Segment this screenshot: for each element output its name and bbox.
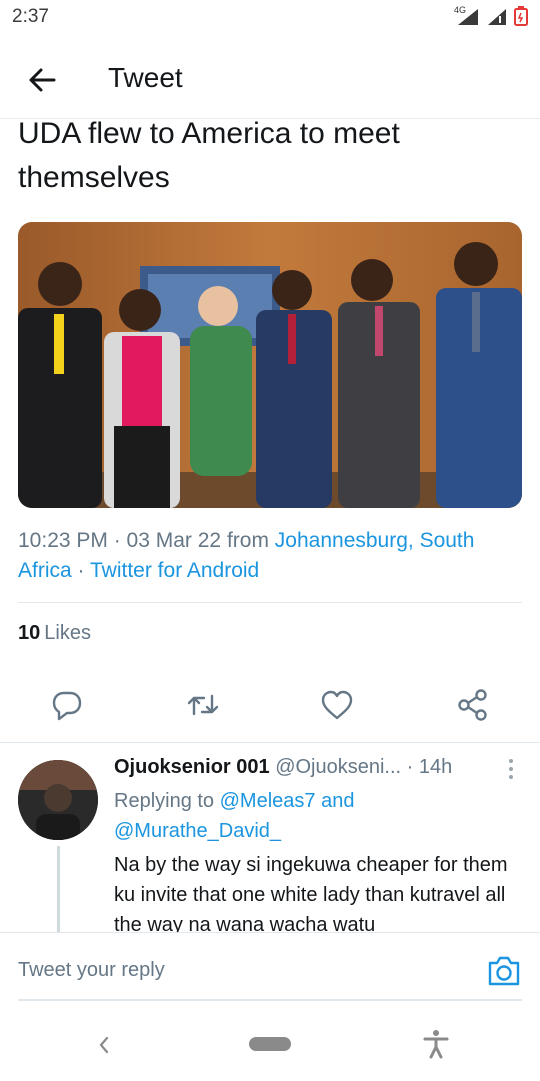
reply-input[interactable]: Tweet your reply: [18, 959, 165, 982]
reply-author-name[interactable]: Ojuoksenior 001: [114, 756, 270, 778]
replying-to: Replying to @Meleas7 and @Murathe_David_: [114, 786, 514, 846]
likes-count-link[interactable]: 10 Likes: [18, 622, 91, 645]
reply-composer: Tweet your reply: [0, 932, 540, 1081]
chevron-left-icon: [99, 1036, 109, 1054]
divider: [0, 742, 540, 743]
network-label: 4G: [454, 5, 467, 15]
signal-icon: [488, 9, 506, 25]
accessibility-icon: [423, 1030, 449, 1059]
accessibility-button[interactable]: [422, 1029, 450, 1059]
tweet-timestamp: 10:23 PM · 03 Mar 22: [18, 529, 222, 552]
more-options-button[interactable]: [504, 758, 518, 780]
thread-line: [57, 846, 60, 934]
reply-author-handle[interactable]: @Ojuokseni...: [275, 756, 401, 778]
tweet-text: UDA flew to America to meet themselves: [18, 117, 400, 194]
tweet-client-link[interactable]: Twitter for Android: [90, 559, 259, 582]
like-icon: [321, 690, 353, 720]
tweet-photo[interactable]: [18, 222, 522, 508]
and-word: and: [321, 790, 355, 812]
page-title: Tweet: [108, 62, 183, 93]
likes-count: 10: [18, 622, 41, 644]
back-button[interactable]: [26, 64, 58, 96]
nav-back-button[interactable]: [94, 1033, 114, 1057]
tweet-actions: [0, 684, 540, 728]
like-button[interactable]: [320, 688, 354, 722]
reply-time: · 14h: [406, 756, 453, 778]
signal-4g-icon: 4G: [454, 5, 480, 25]
battery-low-icon: [514, 6, 528, 26]
nav-home-pill[interactable]: [249, 1037, 291, 1051]
more-vertical-icon: [509, 759, 513, 779]
meta-separator: ·: [77, 559, 85, 582]
replying-to-label: Replying to: [114, 790, 215, 812]
status-time: 2:37: [12, 6, 49, 27]
app-header: Tweet: [0, 40, 540, 119]
mention-link[interactable]: @Murathe_David_: [114, 820, 281, 842]
divider: [18, 602, 522, 603]
composer-underline: [18, 999, 522, 1001]
from-word: from: [226, 529, 269, 552]
status-icons: 4G: [454, 5, 528, 26]
reply-button[interactable]: [50, 688, 84, 722]
share-button[interactable]: [456, 688, 490, 722]
reply-text: Na by the way si ingekuwa cheaper for th…: [114, 854, 508, 936]
tweet-meta: 10:23 PM · 03 Mar 22 from Johannesburg, …: [18, 526, 522, 586]
retweet-button[interactable]: [186, 688, 220, 722]
arrow-left-icon: [29, 68, 56, 92]
likes-label: Likes: [44, 622, 91, 644]
mention-link[interactable]: @Meleas7: [220, 790, 316, 812]
avatar[interactable]: [18, 760, 98, 840]
reply-header: Ojuoksenior 001 @Ojuokseni... · 14h: [114, 756, 452, 779]
retweet-icon: [187, 694, 219, 716]
camera-button[interactable]: [486, 955, 522, 987]
share-icon: [458, 689, 487, 721]
camera-icon: [488, 956, 520, 986]
reply-icon: [52, 691, 82, 721]
